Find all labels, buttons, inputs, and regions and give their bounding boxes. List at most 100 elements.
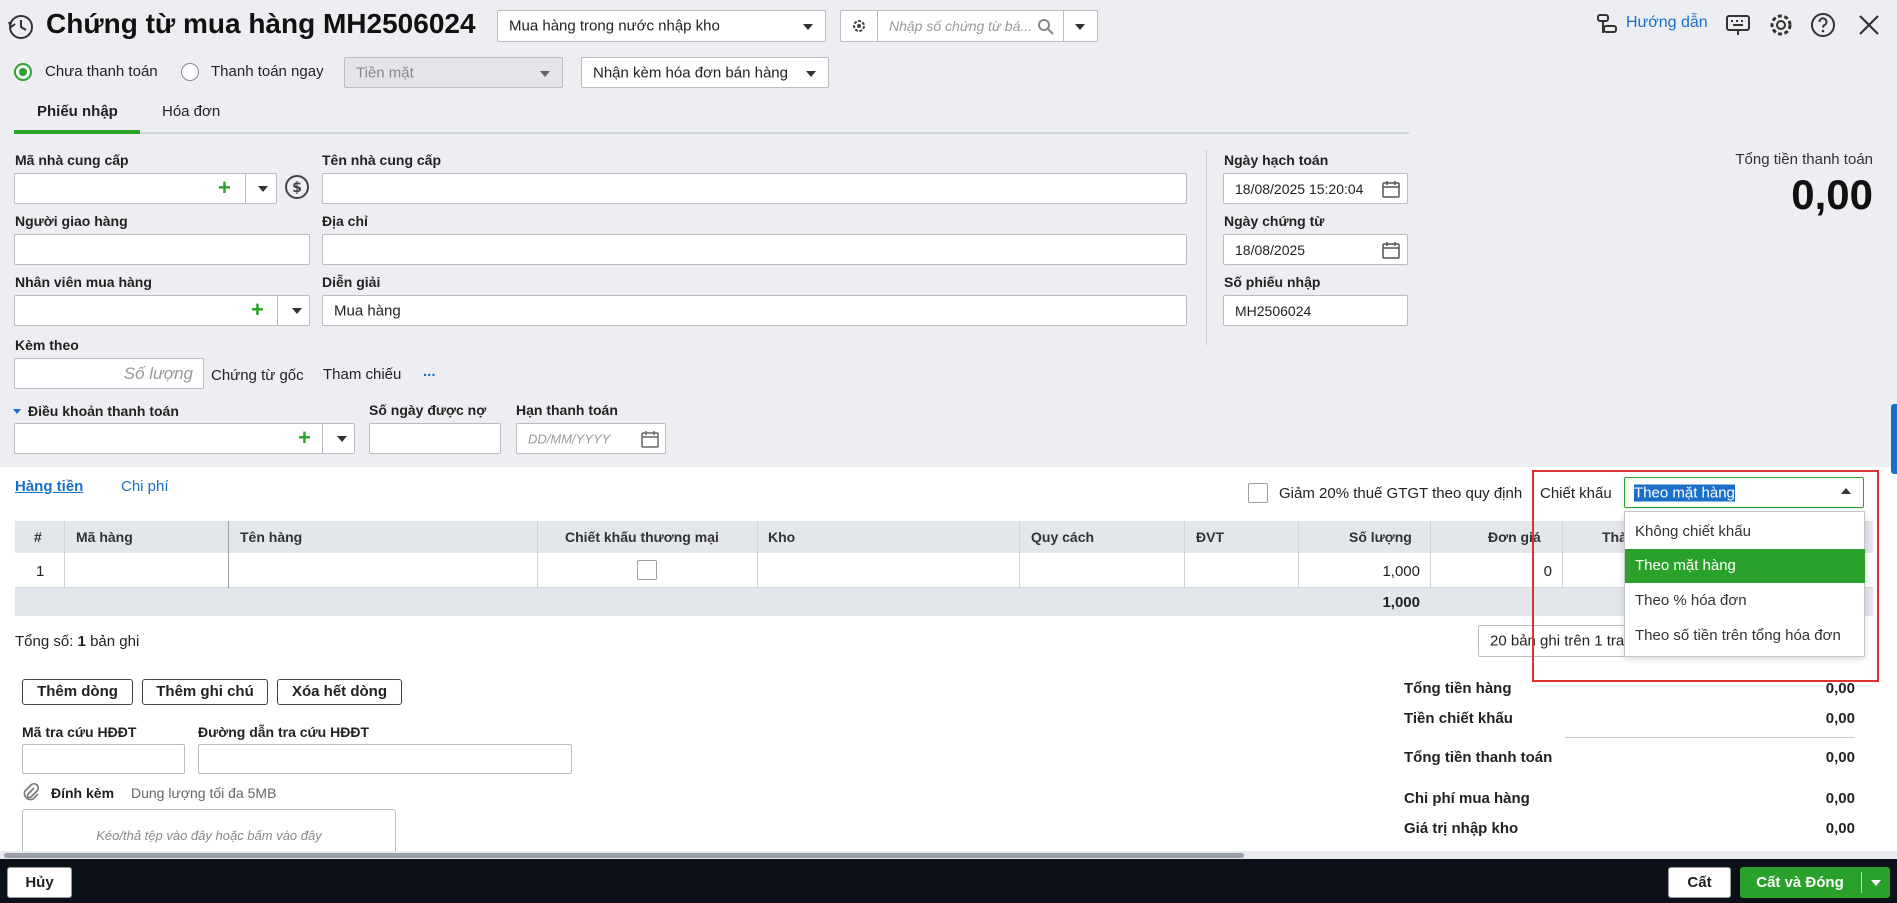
chevron-down-icon[interactable] — [1075, 24, 1085, 30]
tab-costs[interactable]: Chi phí — [121, 478, 169, 495]
horizontal-scrollbar[interactable] — [0, 851, 1897, 859]
attach-label: Kèm theo — [15, 337, 79, 353]
tab-goods[interactable]: Hàng tiền — [15, 478, 83, 495]
tab-active-indicator — [14, 130, 140, 134]
lookup-code-input[interactable] — [22, 744, 185, 774]
lookup-url-label: Đường dẫn tra cứu HĐĐT — [198, 724, 370, 740]
attach-quantity-input[interactable]: Số lượng — [14, 358, 204, 389]
supplier-code-label: Mã nhà cung cấp — [15, 152, 129, 168]
payment-method-value: Tiền mặt — [356, 64, 414, 81]
col-unit: ĐVT — [1196, 529, 1224, 545]
row-quantity: 1,000 — [1382, 563, 1420, 580]
column-divider — [1206, 150, 1207, 345]
credit-days-label: Số ngày được nợ — [369, 402, 487, 418]
reference-more-link[interactable]: ... — [423, 363, 436, 380]
scrollbar-thumb[interactable] — [4, 853, 1244, 858]
collapse-icon[interactable] — [13, 409, 21, 414]
drop-hint: Kéo/thả tệp vào đây hoặc bấm vào đây — [96, 828, 322, 843]
tab-divider — [14, 132, 1409, 134]
add-icon[interactable]: + — [251, 299, 264, 321]
description-value: Mua hàng — [334, 302, 401, 319]
save-close-group: Cất và Đóng — [1740, 867, 1890, 898]
purchaser-label: Nhân viên mua hàng — [15, 274, 152, 290]
col-spec: Quy cách — [1031, 529, 1095, 545]
supplier-code-input[interactable]: + — [14, 173, 277, 204]
side-handle[interactable] — [1891, 404, 1897, 474]
gear-icon[interactable] — [851, 18, 867, 34]
add-note-button[interactable]: Thêm ghi chú — [142, 679, 268, 705]
invoice-option-select[interactable]: Nhận kèm hóa đơn bán hàng — [581, 57, 829, 88]
tab-receipt[interactable]: Phiếu nhập — [37, 103, 118, 120]
search-input[interactable]: Nhập số chứng từ bá... — [889, 18, 1032, 34]
deliverer-label: Người giao hàng — [15, 213, 128, 229]
guide-icon[interactable] — [1595, 12, 1621, 38]
pay-now-radio[interactable] — [181, 63, 199, 81]
description-input[interactable]: Mua hàng — [322, 295, 1187, 326]
payment-method-select[interactable]: Tiền mặt — [344, 57, 563, 88]
chevron-down-icon[interactable] — [258, 186, 268, 192]
receipt-no-input[interactable]: MH2506024 — [1223, 295, 1408, 326]
summary-stock-value-label: Giá trị nhập kho — [1404, 820, 1519, 837]
save-button[interactable]: Cất — [1668, 867, 1731, 898]
original-doc-label: Chứng từ gốc — [211, 367, 304, 384]
address-label: Địa chỉ — [322, 213, 368, 229]
summary-stock-value: 0,00 — [1825, 820, 1855, 837]
lookup-url-input[interactable] — [198, 744, 572, 774]
calendar-icon[interactable] — [1382, 241, 1400, 259]
chevron-down-icon[interactable] — [337, 436, 347, 442]
total-label: Tổng tiền thanh toán — [1735, 151, 1873, 168]
search-icon[interactable] — [1037, 18, 1055, 36]
vat-reduction-label: Giảm 20% thuế GTGT theo quy định — [1279, 485, 1523, 502]
help-icon[interactable] — [1810, 12, 1836, 38]
help-link[interactable]: Hướng dẫn — [1626, 14, 1708, 32]
add-icon[interactable]: + — [218, 177, 231, 199]
due-date-label: Hạn thanh toán — [516, 402, 618, 418]
summary-payment-label: Tổng tiền thanh toán — [1404, 749, 1553, 766]
vat-reduction-checkbox[interactable] — [1248, 483, 1268, 503]
due-date-input[interactable]: DD/MM/YYYY — [516, 423, 666, 454]
deliverer-input[interactable] — [14, 234, 310, 265]
debt-icon[interactable]: $ — [284, 174, 310, 200]
unpaid-label: Chưa thanh toán — [45, 63, 158, 80]
calendar-icon[interactable] — [641, 430, 659, 448]
lookup-code-label: Mã tra cứu HĐĐT — [22, 724, 137, 740]
add-icon[interactable]: + — [298, 427, 311, 449]
reference-label: Tham chiếu — [323, 366, 402, 383]
voucher-type-select[interactable]: Mua hàng trong nước nhập kho — [497, 10, 826, 42]
col-no: # — [34, 529, 42, 545]
voucher-search-box[interactable]: Nhập số chứng từ bá... — [840, 10, 1098, 42]
unpaid-radio[interactable] — [14, 63, 32, 81]
credit-days-input[interactable] — [369, 423, 501, 454]
description-label: Diễn giải — [322, 274, 381, 290]
history-icon[interactable] — [6, 12, 36, 42]
trade-discount-checkbox[interactable] — [637, 560, 657, 580]
address-input[interactable] — [322, 234, 1187, 265]
close-icon[interactable] — [1857, 13, 1881, 37]
keyboard-icon[interactable] — [1725, 14, 1751, 36]
settings-icon[interactable] — [1767, 11, 1795, 39]
terms-input[interactable]: + — [14, 423, 355, 454]
voucher-date-input[interactable]: 18/08/2025 — [1223, 234, 1408, 265]
tab-invoice[interactable]: Hóa đơn — [162, 103, 220, 120]
posting-date-input[interactable]: 18/08/2025 15:20:04 — [1223, 173, 1408, 204]
add-row-button[interactable]: Thêm dòng — [22, 679, 133, 705]
voucher-date-value: 18/08/2025 — [1235, 241, 1306, 258]
save-close-button[interactable]: Cất và Đóng — [1740, 867, 1860, 898]
chevron-down-icon[interactable] — [292, 308, 302, 314]
cancel-button[interactable]: Hủy — [7, 867, 72, 898]
attachment-label: Đính kèm — [51, 785, 115, 801]
summary-payment-value: 0,00 — [1825, 749, 1855, 766]
col-item-name: Tên hàng — [240, 529, 303, 545]
chevron-down-icon — [806, 71, 816, 77]
summary-goods-label: Tổng tiền hàng — [1404, 680, 1512, 697]
col-trade-discount: Chiết khấu thương mại — [565, 529, 719, 545]
delete-all-rows-button[interactable]: Xóa hết dòng — [277, 679, 402, 705]
supplier-name-input[interactable] — [322, 173, 1187, 204]
calendar-icon[interactable] — [1382, 180, 1400, 198]
chevron-down-icon[interactable] — [1871, 880, 1881, 886]
paperclip-icon — [23, 783, 40, 801]
purchaser-input[interactable]: + — [14, 295, 310, 326]
invoice-option-value: Nhận kèm hóa đơn bán hàng — [593, 64, 788, 81]
chevron-down-icon — [540, 71, 550, 77]
chevron-down-icon — [803, 24, 813, 30]
